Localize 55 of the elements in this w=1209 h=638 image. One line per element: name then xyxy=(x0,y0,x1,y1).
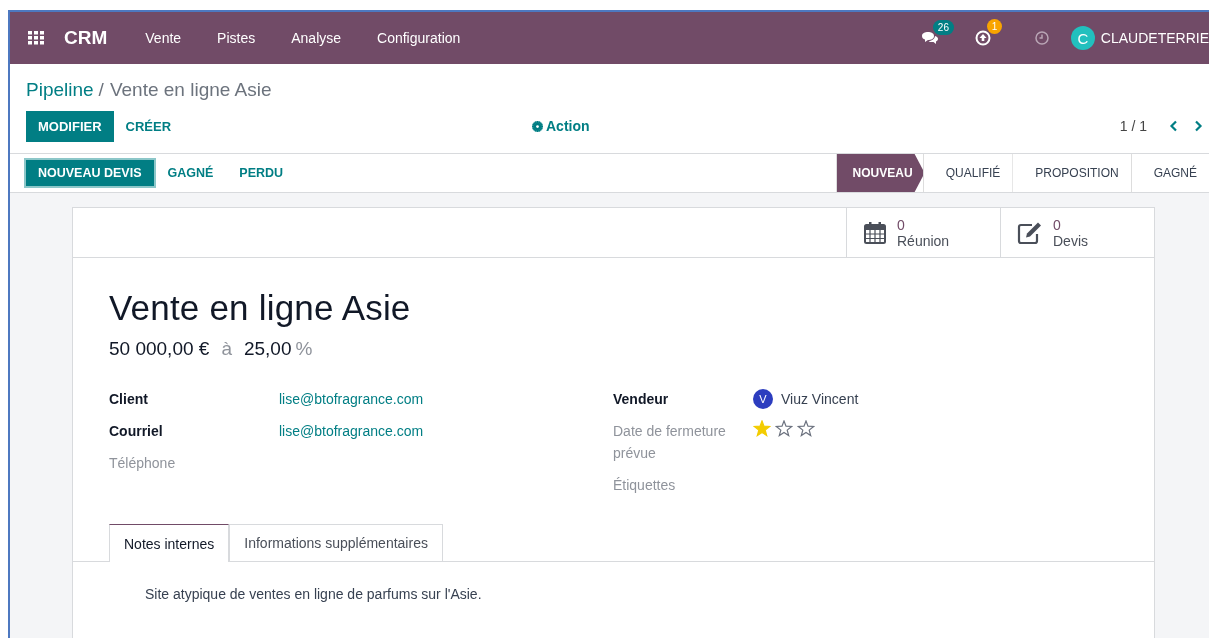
breadcrumb-current: Vente en ligne Asie xyxy=(109,79,272,100)
stage-button[interactable]: NOUVEAU xyxy=(835,154,925,192)
activity-count-badge: 1 xyxy=(986,19,1003,34)
star-icon[interactable] xyxy=(775,420,793,438)
message-count-badge: 26 xyxy=(932,20,954,35)
email-link[interactable]: lise@btofragrance.com xyxy=(279,420,424,442)
stat-label: Réunion xyxy=(897,232,950,249)
priority-stars[interactable] xyxy=(753,420,815,438)
stat-button[interactable]: 0 Devis xyxy=(1000,208,1154,257)
record-title: Vente en ligne Asie xyxy=(109,288,412,328)
field-label: Courriel xyxy=(109,422,164,441)
email-link[interactable]: lise@btofragrance.com xyxy=(279,388,424,410)
tab[interactable]: Informations supplémentaires xyxy=(229,524,443,561)
text-button[interactable]: CRÉER xyxy=(113,110,184,142)
stat-count: 0 xyxy=(1053,216,1062,233)
apps-menu-icon[interactable] xyxy=(28,31,44,45)
stat-button[interactable]: 0 Réunion xyxy=(846,208,1000,257)
previous-icon[interactable] xyxy=(1169,120,1179,132)
stat-count: 0 xyxy=(897,216,906,233)
upload-circle-icon[interactable] xyxy=(974,30,991,46)
primary-button[interactable]: MODIFIER xyxy=(26,110,114,142)
internal-note: Site atypique de ventes en ligne de parfums sur l'Asie. xyxy=(145,586,483,602)
next-icon[interactable] xyxy=(1193,120,1203,132)
breadcrumb-link[interactable]: Pipeline xyxy=(26,79,94,100)
text-button[interactable]: GAGNÉ xyxy=(155,160,226,186)
gear-icon xyxy=(532,120,543,132)
menu-item[interactable]: Analyse xyxy=(291,30,342,46)
field-label: Étiquettes xyxy=(613,476,677,495)
menu-item[interactable]: Configuration xyxy=(377,30,461,46)
user-name[interactable]: CLAUDETERRIE xyxy=(1100,30,1209,46)
salesperson-name[interactable]: Viuz Vincent xyxy=(781,391,859,407)
field-label: Client xyxy=(109,390,149,409)
primary-button[interactable]: NOUVEAU DEVIS xyxy=(26,160,154,186)
field-label: Date de fermeture prévue xyxy=(613,422,727,463)
menu-item[interactable]: Pistes xyxy=(217,30,256,46)
tab[interactable]: Notes internes xyxy=(109,524,230,562)
text-button[interactable]: PERDU xyxy=(227,160,296,186)
field-label: Téléphone xyxy=(109,454,177,473)
field-label: Vendeur xyxy=(613,390,670,409)
expected-revenue: 50 000,00 € xyxy=(109,338,210,360)
edit-icon xyxy=(1017,220,1043,245)
at-label: à xyxy=(221,338,232,360)
calendar-icon xyxy=(863,220,887,245)
app-name[interactable]: CRM xyxy=(64,27,108,49)
star-icon[interactable] xyxy=(797,420,815,438)
probability-value: 25,00 xyxy=(243,338,292,360)
pager-count: 1 / 1 xyxy=(1119,118,1147,134)
user-avatar: V xyxy=(753,389,773,409)
stat-label: Devis xyxy=(1053,232,1088,249)
action-button[interactable]: Action xyxy=(526,117,596,135)
clock-icon[interactable] xyxy=(1034,31,1049,45)
menu-item[interactable]: Vente xyxy=(145,30,182,46)
chat-icon[interactable] xyxy=(920,31,939,45)
breadcrumb-separator: / xyxy=(98,79,104,100)
percent-sign: % xyxy=(295,338,313,360)
